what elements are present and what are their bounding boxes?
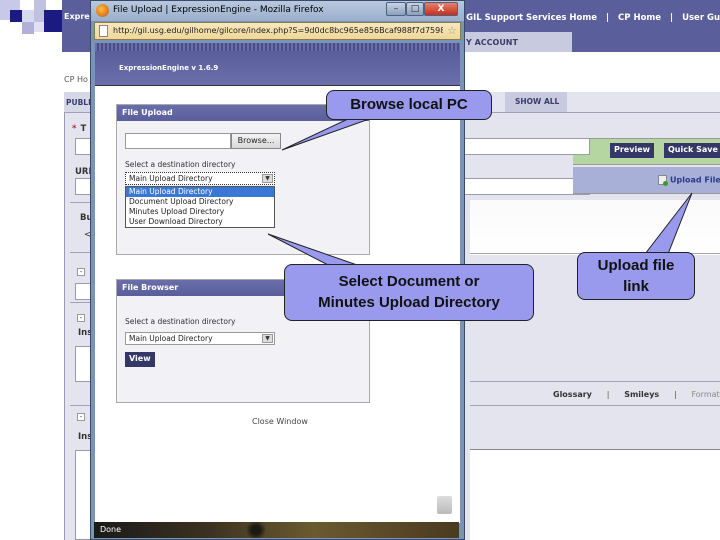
callout-tail-browse: [281, 117, 373, 151]
callout-text: Minutes Upload Directory: [318, 294, 500, 311]
callout-text: Upload file: [597, 257, 675, 274]
callout-text: link: [623, 278, 649, 295]
callout-text: Browse local PC: [350, 96, 468, 113]
callout-select-directory: Select Document or Minutes Upload Direct…: [284, 264, 534, 321]
callout-text: Select Document or: [338, 273, 480, 290]
callout-tail-select: [267, 233, 361, 267]
callout-tail-upload: [643, 192, 693, 255]
callout-browse-local-pc: Browse local PC: [326, 90, 492, 120]
callout-upload-file-link: Upload file link: [577, 252, 695, 300]
